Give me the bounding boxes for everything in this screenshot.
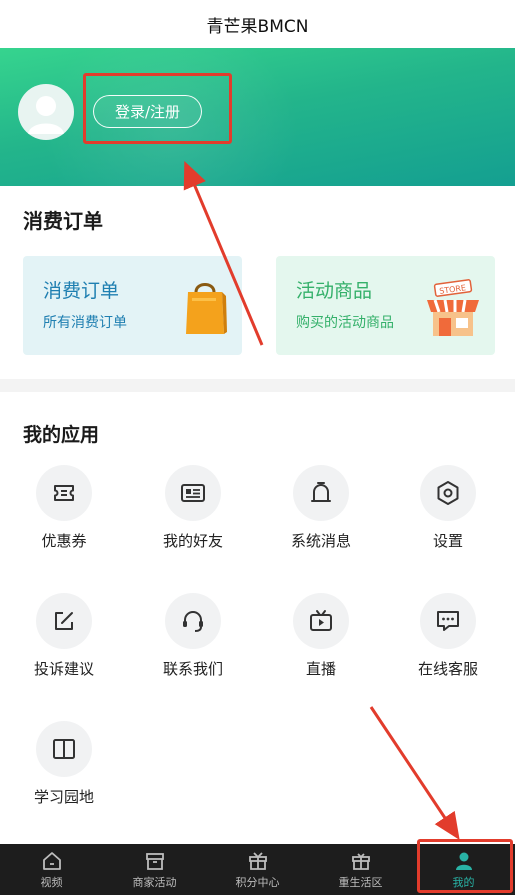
- box-icon: [145, 852, 164, 870]
- app-label: 系统消息: [290, 532, 351, 550]
- mine-tab-highlight-box: [417, 839, 513, 893]
- tab-merchant-activities[interactable]: 商家活动: [103, 844, 206, 895]
- login-highlight-box: [83, 73, 232, 144]
- app-label: 我的好友: [162, 532, 223, 550]
- app-label: 学习园地: [33, 788, 94, 806]
- shopping-bag-icon: [186, 283, 227, 334]
- home-icon: [42, 851, 61, 870]
- app-live[interactable]: 直播: [257, 593, 385, 679]
- app-icon-circle: [420, 593, 476, 649]
- app-my-friends[interactable]: 我的好友: [129, 465, 257, 551]
- app-learning-garden[interactable]: 学习园地: [0, 721, 128, 807]
- app-system-messages[interactable]: 系统消息: [257, 465, 385, 551]
- card-title: 活动商品: [296, 280, 373, 302]
- app-coupon[interactable]: 优惠券: [0, 465, 128, 551]
- app-settings[interactable]: 设置: [384, 465, 512, 551]
- page-title: 青芒果BMCN: [206, 16, 309, 37]
- app-icon-circle: [36, 721, 92, 777]
- headset-icon: [183, 611, 203, 632]
- app-label: 直播: [305, 660, 336, 678]
- book-icon: [53, 739, 75, 759]
- tab-label: 视频: [40, 875, 63, 889]
- apps-section: 我的应用 优惠券 我的好友 系统消息 设置 投诉建议 联系我们 直播 在线客服 …: [0, 392, 515, 844]
- app-icon-circle: [36, 465, 92, 521]
- card-subtitle: 购买的活动商品: [296, 315, 394, 331]
- chat-icon: [437, 611, 459, 631]
- tab-points-center[interactable]: 积分中心: [206, 844, 309, 895]
- card-subtitle: 所有消费订单: [43, 315, 127, 331]
- settings-hexagon-icon: [437, 481, 459, 505]
- tv-icon: [310, 610, 332, 631]
- contact-card-icon: [181, 484, 205, 502]
- message-bell-icon: [311, 482, 331, 502]
- tab-label: 积分中心: [235, 875, 280, 889]
- tab-label: 重生活区: [338, 875, 383, 889]
- card-title: 消费订单: [43, 280, 120, 302]
- app-contact-us[interactable]: 联系我们: [129, 593, 257, 679]
- app-label: 设置: [432, 532, 463, 550]
- app-complaints[interactable]: 投诉建议: [0, 593, 128, 679]
- edit-icon: [55, 612, 73, 630]
- title-bar: 青芒果BMCN: [0, 0, 515, 48]
- activity-goods-card[interactable]: 活动商品 购买的活动商品 STORE: [276, 256, 495, 355]
- gift-icon: [248, 851, 267, 870]
- app-icon-circle: [36, 593, 92, 649]
- tab-video[interactable]: 视频: [0, 844, 103, 895]
- profile-header: 登录/注册: [0, 48, 515, 186]
- app-label: 优惠券: [41, 532, 87, 550]
- default-avatar-icon: [28, 96, 64, 134]
- app-icon-circle: [165, 593, 221, 649]
- orders-section-title: 消费订单: [23, 209, 103, 233]
- app-icon-circle: [293, 593, 349, 649]
- app-label: 联系我们: [162, 660, 223, 678]
- tab-rebirth-zone[interactable]: 重生活区: [309, 844, 412, 895]
- apps-section-title: 我的应用: [23, 424, 100, 446]
- tab-label: 商家活动: [132, 875, 177, 889]
- store-icon: STORE: [427, 279, 479, 336]
- consumer-orders-card[interactable]: 消费订单 所有消费订单: [23, 256, 242, 355]
- gift-box-icon: [351, 852, 370, 870]
- ticket-icon: [54, 485, 74, 501]
- app-icon-circle: [293, 465, 349, 521]
- avatar[interactable]: [18, 84, 74, 140]
- app-label: 投诉建议: [33, 660, 94, 678]
- app-online-service[interactable]: 在线客服: [384, 593, 512, 679]
- app-icon-circle: [420, 465, 476, 521]
- orders-section: 消费订单 消费订单 所有消费订单 活动商品 购买的活动商品 STORE: [0, 186, 515, 379]
- app-icon-circle: [165, 465, 221, 521]
- app-label: 在线客服: [417, 660, 478, 678]
